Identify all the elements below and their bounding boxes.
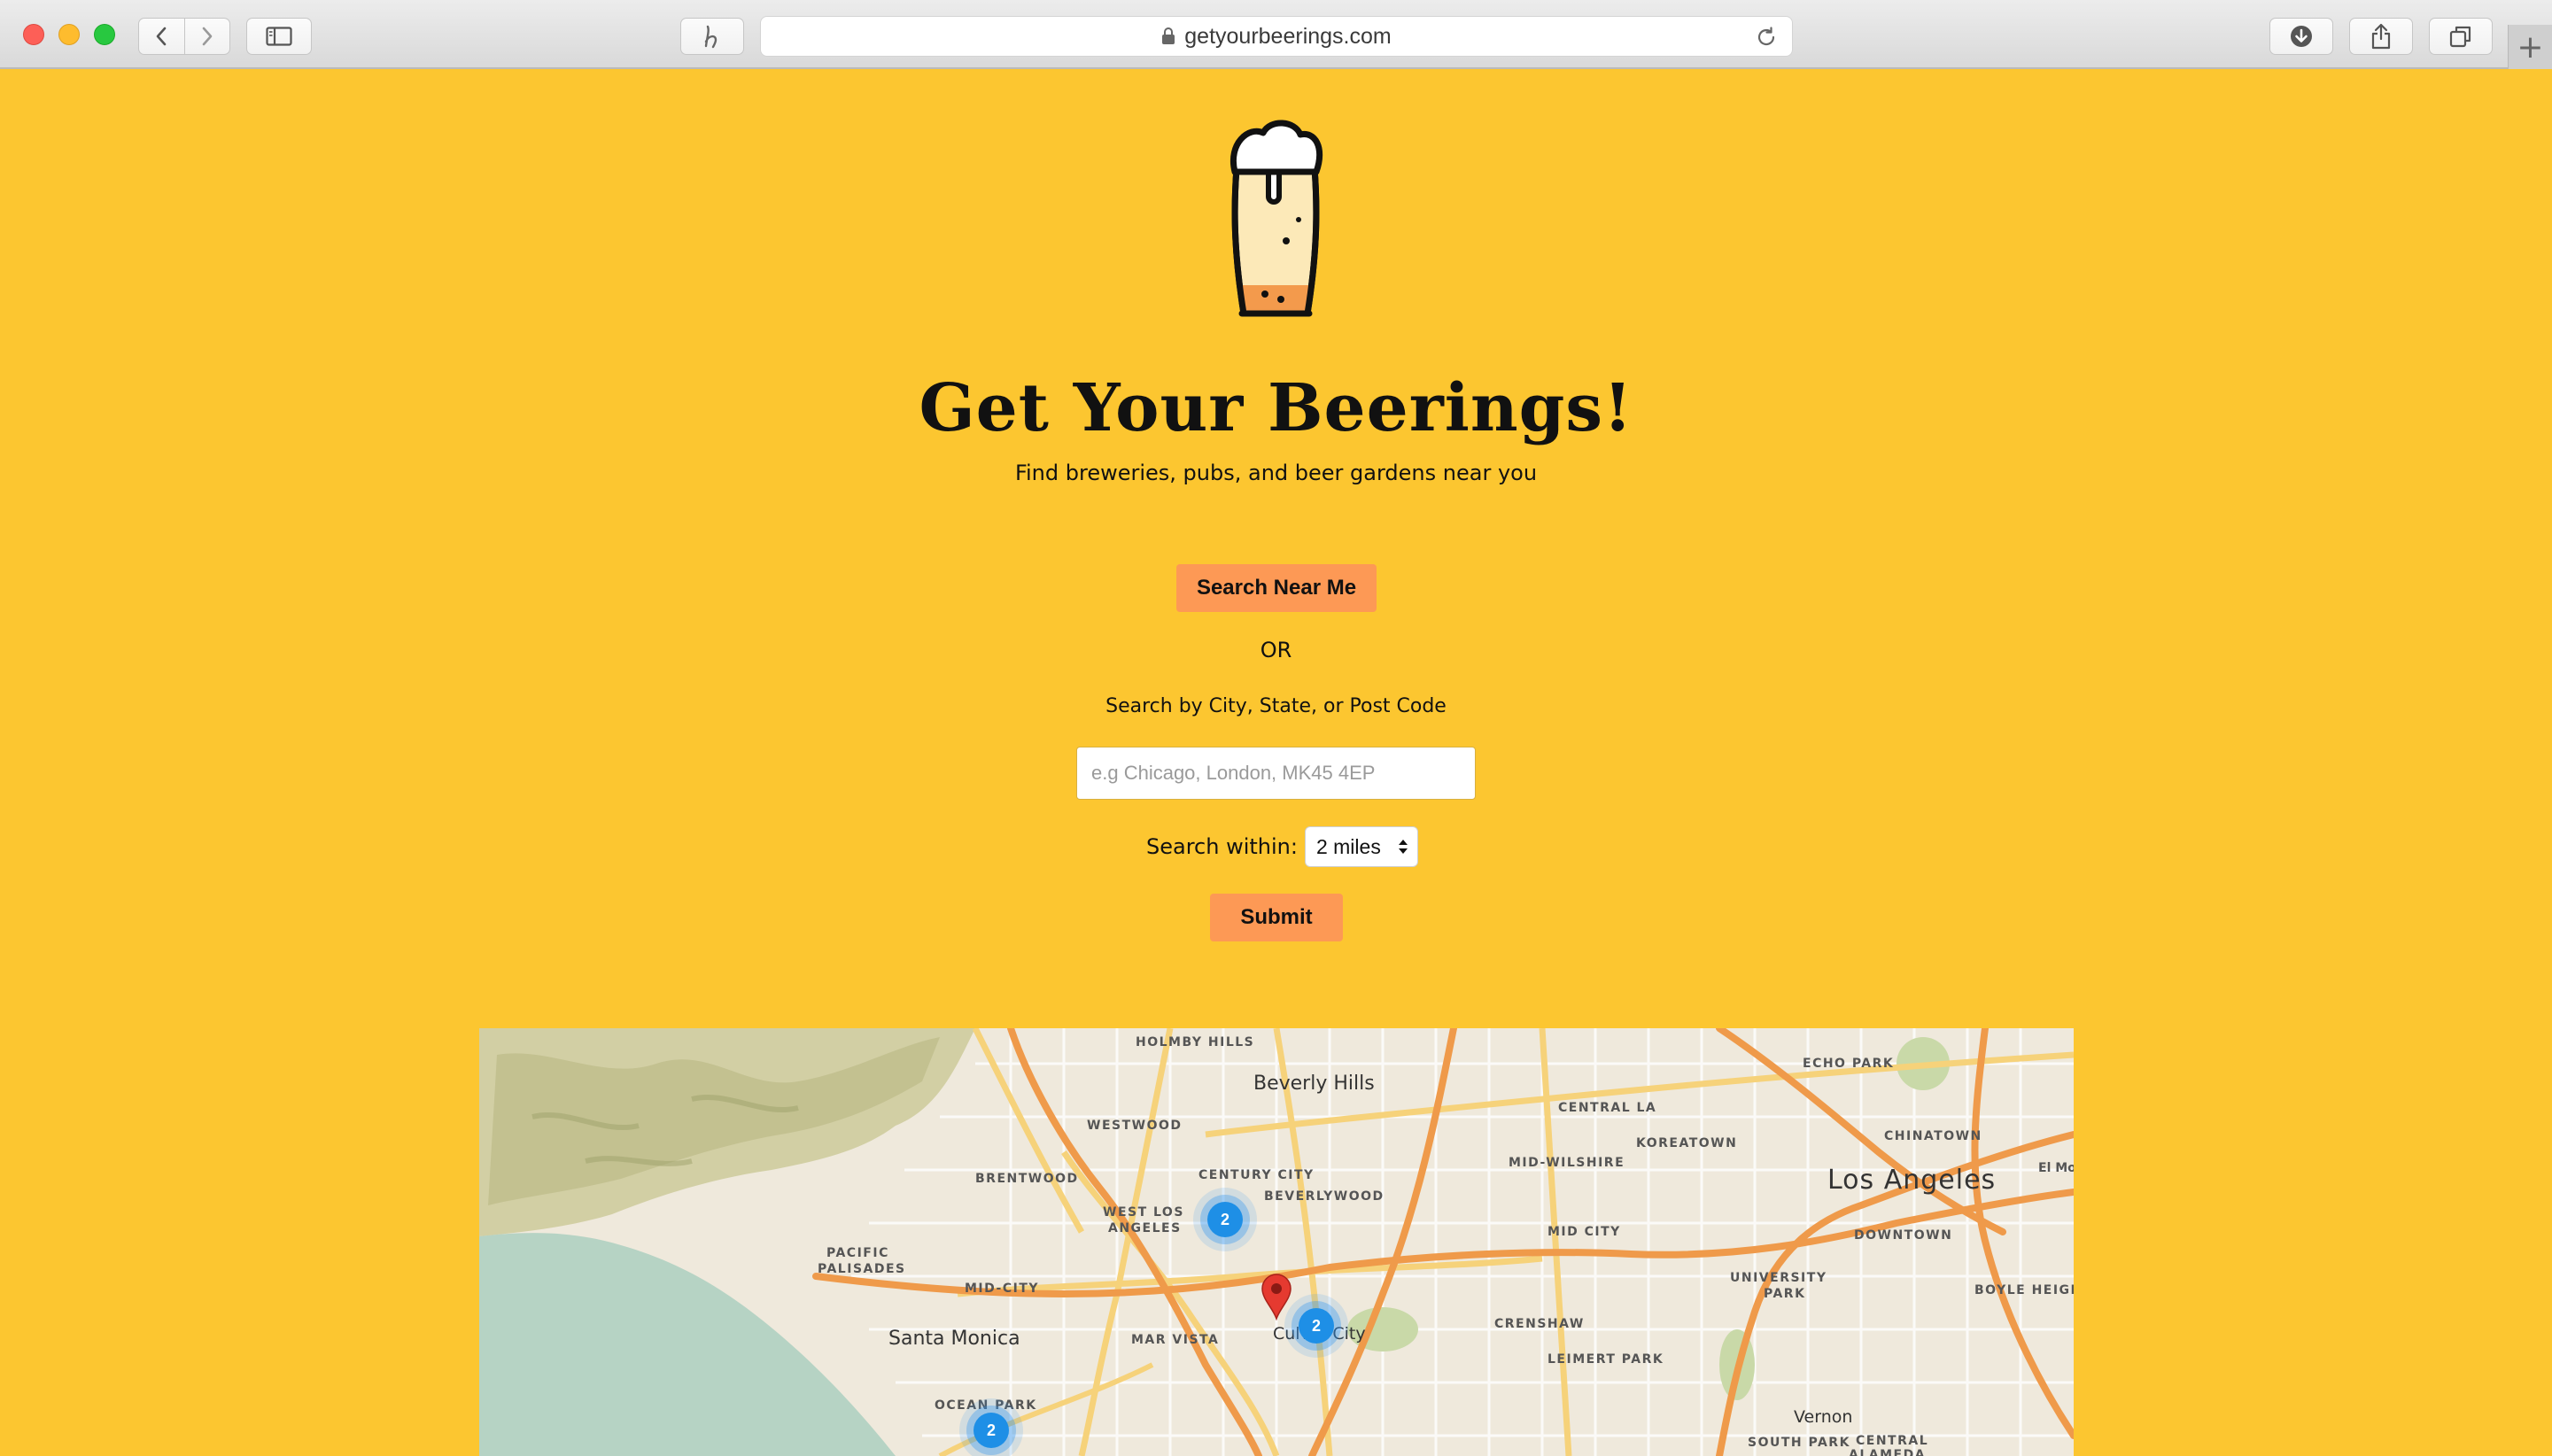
sidebar-toggle-button[interactable] xyxy=(246,18,312,55)
map-label: SOUTH PARK xyxy=(1748,1436,1850,1450)
reload-icon[interactable] xyxy=(1755,26,1778,49)
share-button[interactable] xyxy=(2349,18,2413,55)
search-within-row: Search within: 2 miles xyxy=(1146,825,1418,868)
map-label: PACIFIC xyxy=(826,1246,889,1260)
window-maximize-button[interactable] xyxy=(94,24,115,45)
map-label: KOREATOWN xyxy=(1636,1136,1738,1150)
sidebar-icon xyxy=(266,27,292,46)
city-search-input[interactable] xyxy=(1076,747,1476,800)
chevron-right-icon xyxy=(202,27,213,46)
map-label: CRENSHAW xyxy=(1494,1317,1585,1331)
tabs-icon xyxy=(2449,26,2471,48)
browser-toolbar: getyourbeerings.com + xyxy=(0,0,2552,69)
map-cluster-marker[interactable]: 2 xyxy=(1299,1308,1334,1344)
window-minimize-button[interactable] xyxy=(58,24,80,45)
map-label: MID-CITY xyxy=(965,1282,1040,1296)
location-pin-icon[interactable] xyxy=(1260,1273,1292,1320)
map-label: Los Angeles xyxy=(1827,1165,1997,1196)
download-icon xyxy=(2291,26,2312,47)
nav-buttons xyxy=(138,18,230,55)
map-label: HOLMBY HILLS xyxy=(1136,1035,1255,1049)
new-tab-button[interactable]: + xyxy=(2508,25,2552,69)
map-label: WEST LOS xyxy=(1103,1205,1184,1220)
map-label: DOWNTOWN xyxy=(1854,1228,1953,1243)
map-label: PARK xyxy=(1764,1287,1806,1301)
back-button[interactable] xyxy=(139,19,184,54)
map-label: MAR VISTA xyxy=(1131,1333,1220,1347)
select-arrows-icon xyxy=(1398,840,1408,854)
map-label: Vernon xyxy=(1794,1407,1853,1427)
submit-button[interactable]: Submit xyxy=(1210,894,1343,941)
map-label: BRENTWOOD xyxy=(975,1172,1079,1186)
map-label: WESTWOOD xyxy=(1087,1119,1183,1133)
share-icon xyxy=(2371,23,2391,50)
map-label: CENTRAL xyxy=(1856,1434,1929,1448)
search-within-select[interactable]: 2 miles xyxy=(1304,826,1418,867)
or-divider-text: OR xyxy=(1260,638,1292,662)
map-cluster-marker[interactable]: 2 xyxy=(1207,1202,1243,1237)
honey-extension-button[interactable] xyxy=(680,18,744,55)
map-label: El Mo xyxy=(2038,1161,2074,1175)
search-near-me-button[interactable]: Search Near Me xyxy=(1176,564,1377,612)
downloads-button[interactable] xyxy=(2269,18,2333,55)
lock-icon xyxy=(1162,27,1175,44)
map-label: UNIVERSITY xyxy=(1730,1271,1827,1285)
map-label: PALISADES xyxy=(818,1262,906,1276)
results-map[interactable]: HOLMBY HILLS Beverly Hills WESTWOOD BREN… xyxy=(479,1028,2074,1456)
map-label: ALAMEDA xyxy=(1849,1448,1927,1456)
city-search-label: Search by City, State, or Post Code xyxy=(1105,695,1447,717)
map-label: MID CITY xyxy=(1547,1225,1621,1239)
address-url: getyourbeerings.com xyxy=(1184,23,1392,49)
search-within-value: 2 miles xyxy=(1315,834,1381,858)
map-label: OCEAN PARK xyxy=(935,1398,1037,1413)
address-bar[interactable]: getyourbeerings.com xyxy=(760,16,1793,57)
map-label: ECHO PARK xyxy=(1803,1057,1895,1071)
tabs-overview-button[interactable] xyxy=(2429,18,2493,55)
map-cluster-marker[interactable]: 2 xyxy=(973,1413,1009,1448)
map-label: CENTURY CITY xyxy=(1198,1168,1315,1182)
page-title: Get Your Beerings! xyxy=(919,370,1633,446)
map-label: LEIMERT PARK xyxy=(1547,1352,1664,1367)
map-label: BEVERLYWOOD xyxy=(1264,1189,1385,1204)
map-label: Santa Monica xyxy=(888,1328,1020,1350)
honey-h-icon xyxy=(704,25,718,49)
search-within-label: Search within: xyxy=(1146,834,1298,859)
map-label: CENTRAL LA xyxy=(1558,1101,1657,1115)
page-subtitle: Find breweries, pubs, and beer gardens n… xyxy=(1014,461,1538,485)
map-label: CHINATOWN xyxy=(1884,1129,1982,1143)
map-label: MID-WILSHIRE xyxy=(1509,1156,1625,1170)
page-content: Get Your Beerings! Find breweries, pubs,… xyxy=(0,71,2552,1456)
window-close-button[interactable] xyxy=(23,24,44,45)
chevron-left-icon xyxy=(156,27,167,46)
map-label: Beverly Hills xyxy=(1253,1073,1375,1095)
map-label: BOYLE HEIGHTS xyxy=(1974,1283,2074,1297)
map-label: ANGELES xyxy=(1108,1221,1182,1235)
forward-button[interactable] xyxy=(183,19,230,54)
beer-glass-logo-icon xyxy=(1230,120,1323,317)
